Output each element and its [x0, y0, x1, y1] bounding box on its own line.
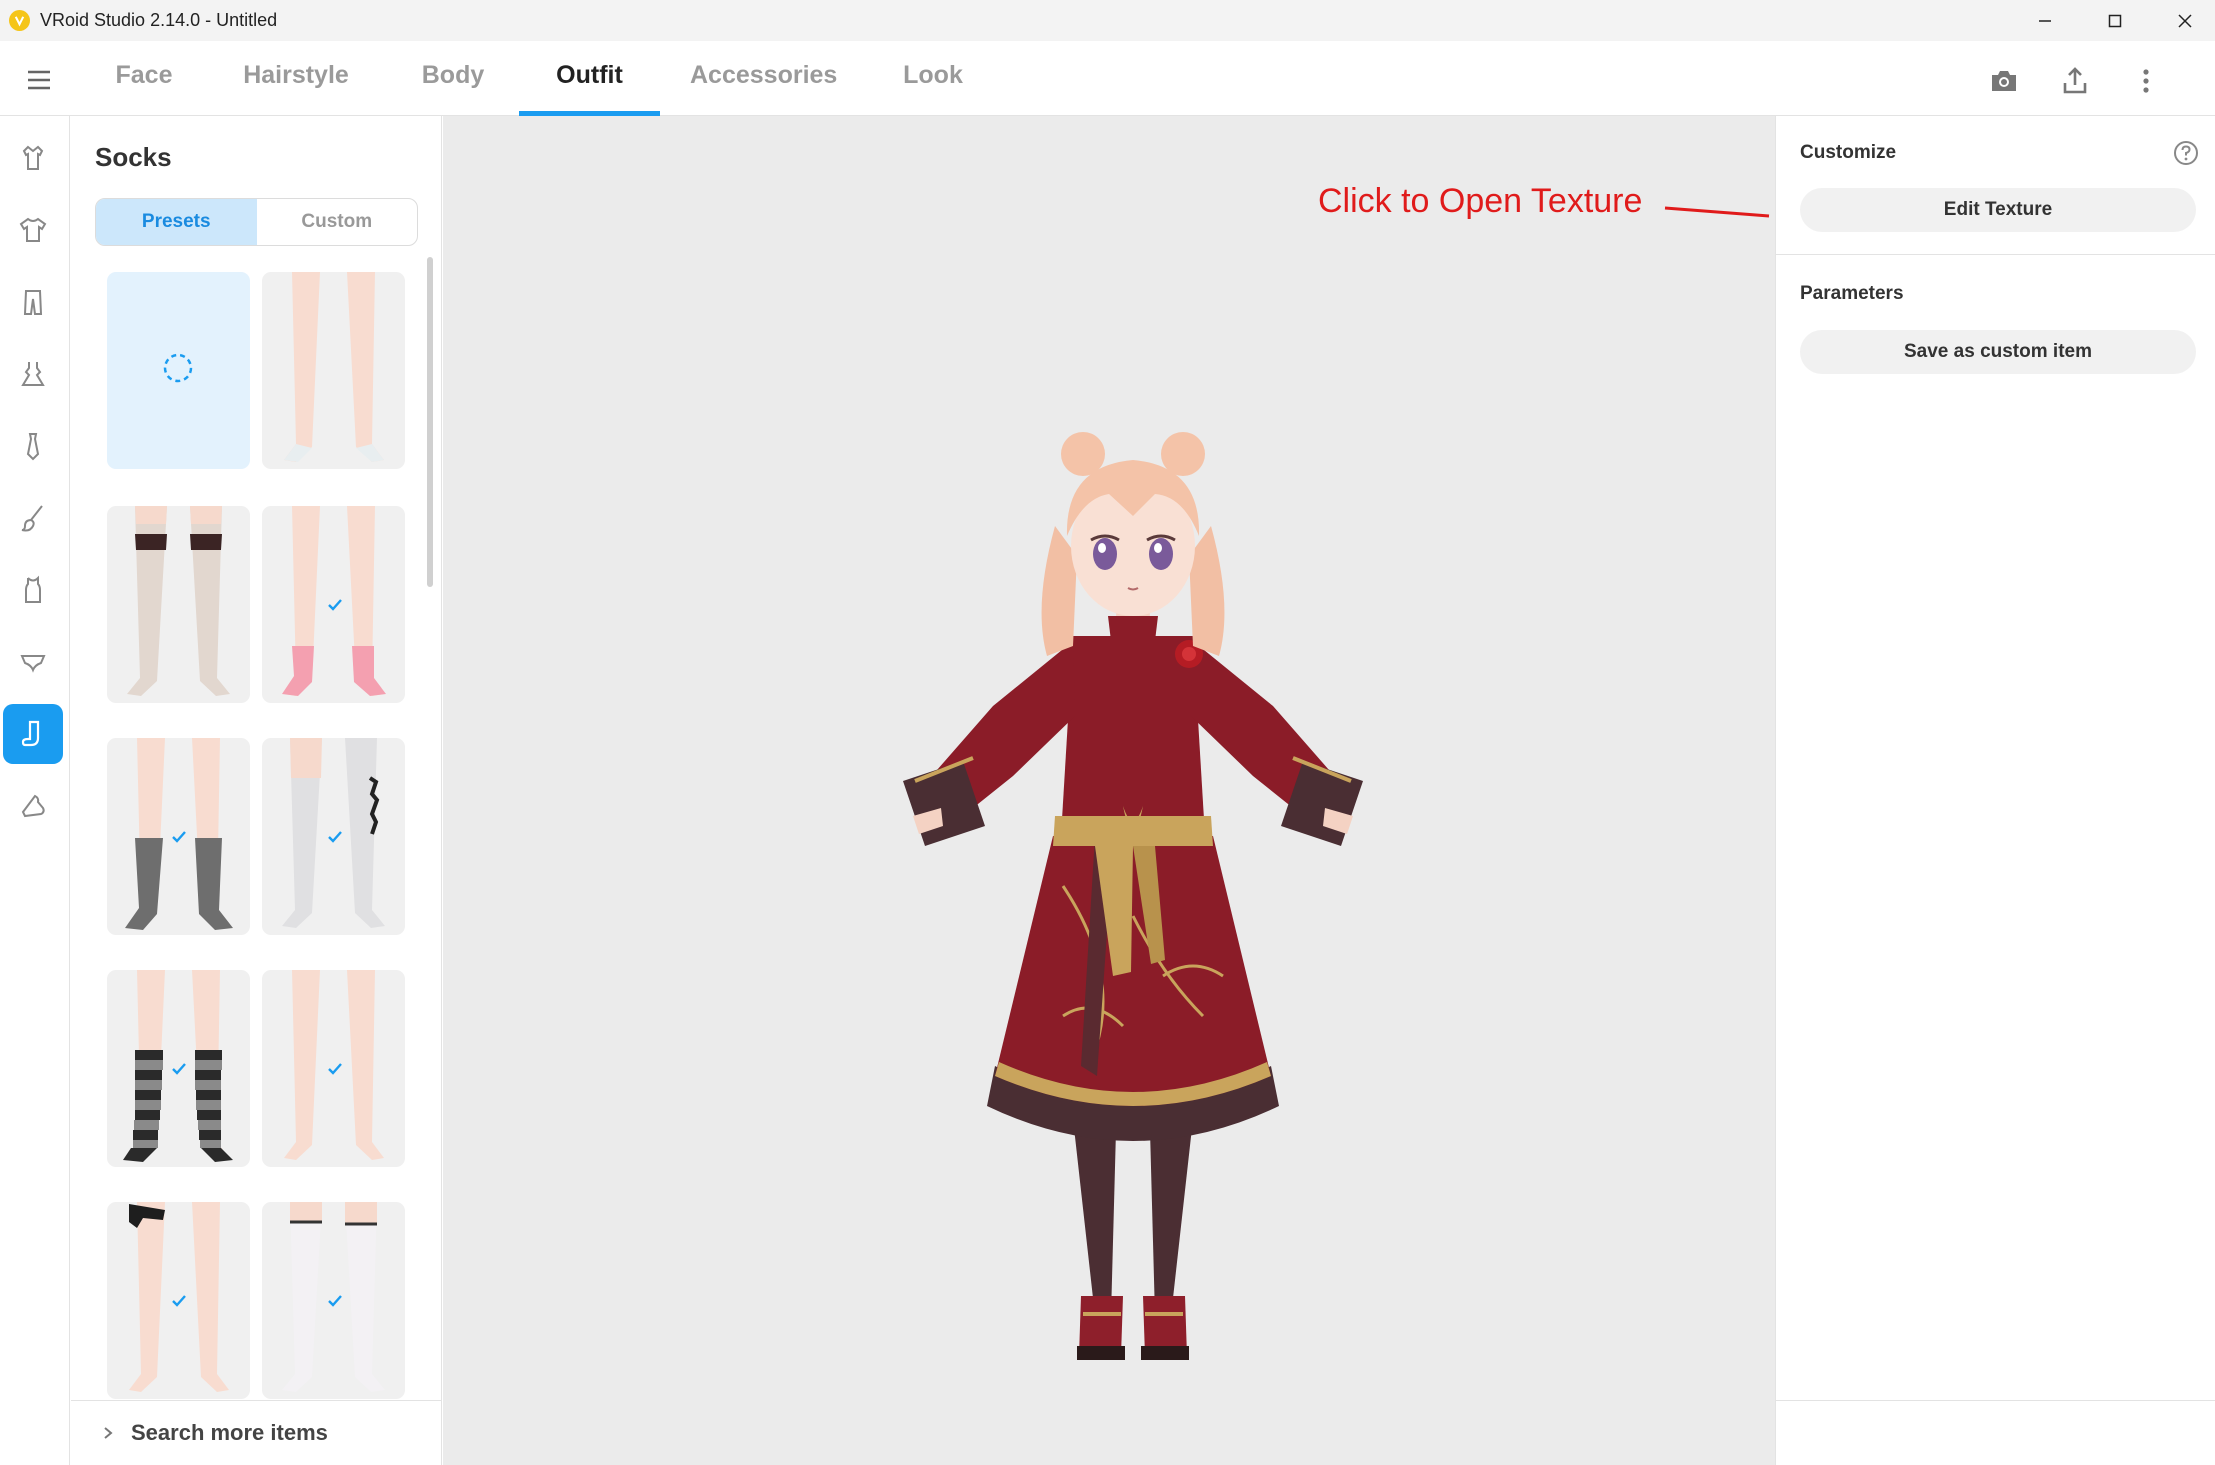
- customize-heading: Customize: [1800, 142, 1897, 163]
- checkmark-icon: [328, 1295, 342, 1307]
- sock-item-loading[interactable]: [107, 272, 250, 469]
- tab-outfit[interactable]: Outfit: [519, 61, 660, 116]
- maximize-icon[interactable]: [2080, 0, 2150, 41]
- checkmark-icon: [172, 1295, 186, 1307]
- item-panel: Socks Presets Custom Search more items: [71, 116, 442, 1465]
- sock-item-bare-ankle[interactable]: [262, 272, 405, 469]
- sock-item-lace-thighhigh[interactable]: [107, 506, 250, 703]
- help-icon[interactable]: [2172, 139, 2200, 167]
- checkmark-icon: [172, 831, 186, 843]
- checkmark-icon: [172, 1063, 186, 1075]
- avatar-model[interactable]: [833, 416, 1433, 1396]
- tab-look[interactable]: Look: [898, 61, 968, 116]
- divider: [1776, 1400, 2215, 1401]
- outfit-set-icon[interactable]: [3, 128, 63, 188]
- category-rail: [0, 116, 70, 1465]
- top-navigation: Face Hairstyle Body Outfit Accessories L…: [0, 41, 2215, 116]
- checkmark-icon: [328, 1063, 342, 1075]
- properties-panel: Customize Edit Texture Parameters Save a…: [1775, 116, 2215, 1465]
- preset-custom-toggle: Presets Custom: [95, 198, 418, 246]
- menu-icon[interactable]: [22, 63, 56, 97]
- tab-body[interactable]: Body: [418, 61, 488, 116]
- bodypaint-icon[interactable]: [3, 488, 63, 548]
- shoes-icon[interactable]: [3, 776, 63, 836]
- tab-accessories[interactable]: Accessories: [690, 61, 837, 116]
- onepiece-icon[interactable]: [3, 344, 63, 404]
- close-icon[interactable]: [2150, 0, 2215, 41]
- tops-icon[interactable]: [3, 200, 63, 260]
- checkmark-icon: [328, 831, 342, 843]
- title-bar: VRoid Studio 2.14.0 - Untitled: [0, 0, 2215, 41]
- underwear-icon[interactable]: [3, 632, 63, 692]
- export-icon[interactable]: [2055, 61, 2095, 101]
- app-logo-icon: [9, 10, 30, 31]
- search-more-label: Search more items: [131, 1420, 328, 1445]
- tie-icon[interactable]: [3, 416, 63, 476]
- checkmark-icon: [328, 599, 342, 611]
- divider: [1776, 254, 2215, 255]
- presets-tab[interactable]: Presets: [96, 199, 257, 245]
- annotation-text: Click to Open Texture: [1318, 182, 1643, 220]
- annotation-arrow: [1664, 206, 1770, 218]
- tab-face[interactable]: Face: [110, 61, 178, 116]
- minimize-icon[interactable]: [2010, 0, 2080, 41]
- panel-title: Socks: [95, 142, 172, 172]
- search-more-items[interactable]: Search more items: [71, 1400, 441, 1465]
- socks-icon[interactable]: [3, 704, 63, 764]
- camera-icon[interactable]: [1984, 61, 2024, 101]
- item-list-scrollbar[interactable]: [427, 257, 433, 587]
- save-custom-item-button[interactable]: Save as custom item: [1800, 330, 2196, 374]
- more-vertical-icon[interactable]: [2126, 61, 2166, 101]
- window-title: VRoid Studio 2.14.0 - Untitled: [40, 10, 278, 30]
- tab-hairstyle[interactable]: Hairstyle: [236, 61, 356, 116]
- edit-texture-button[interactable]: Edit Texture: [1800, 188, 2196, 232]
- parameters-heading: Parameters: [1800, 283, 1904, 304]
- bottoms-icon[interactable]: [3, 272, 63, 332]
- socks-item-grid: [107, 272, 407, 1465]
- inner-top-icon[interactable]: [3, 560, 63, 620]
- custom-tab[interactable]: Custom: [257, 199, 418, 245]
- chevron-right-icon: [104, 1427, 113, 1439]
- 3d-viewport[interactable]: Click to Open Texture: [443, 116, 1775, 1465]
